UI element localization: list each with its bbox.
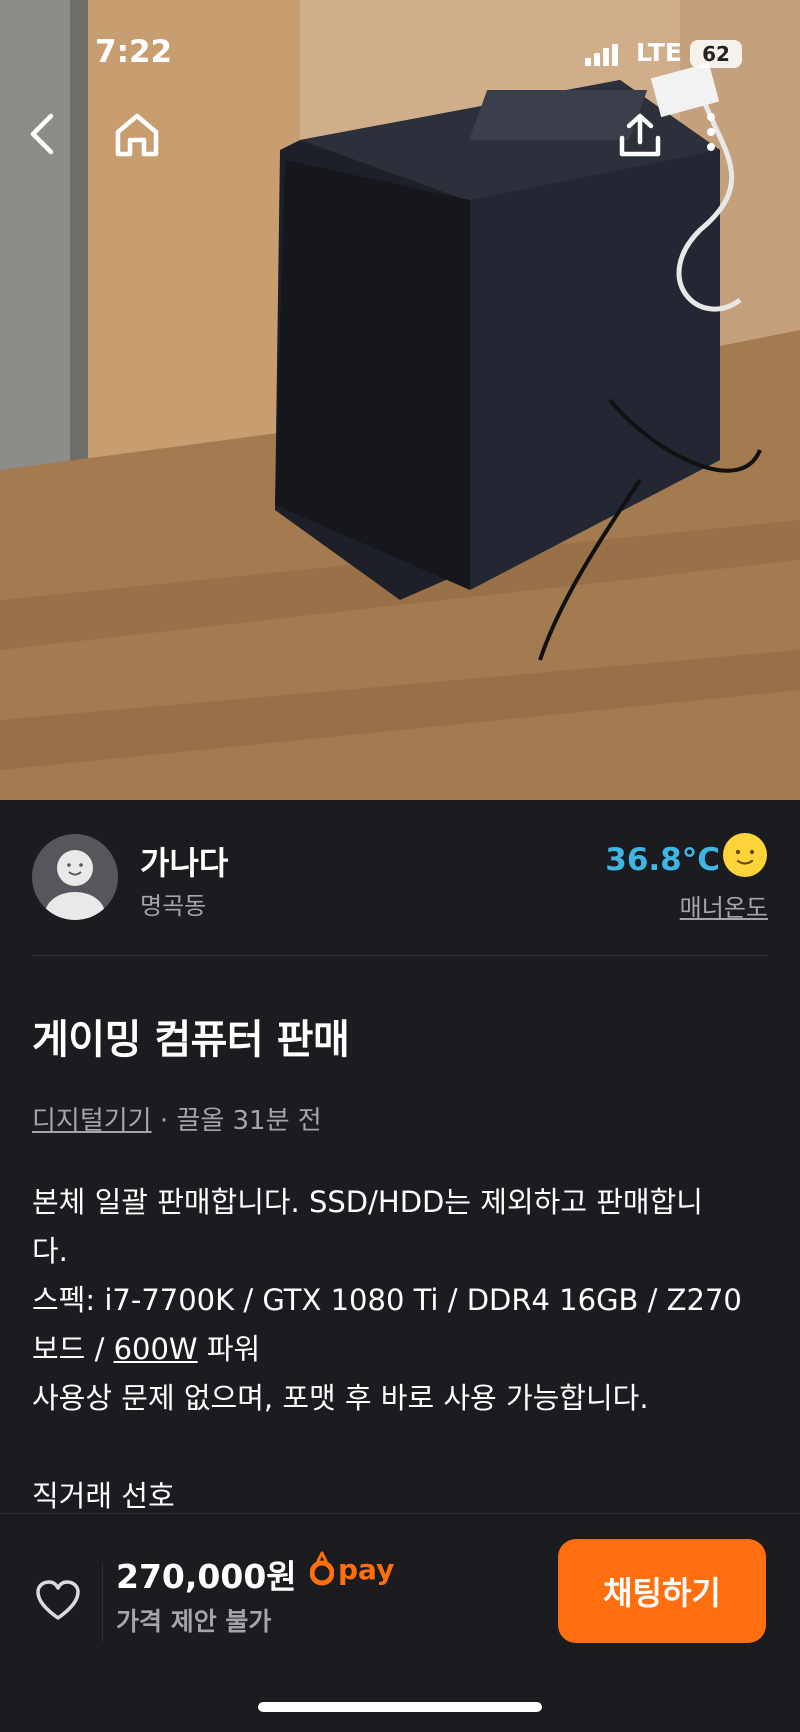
post-title: 게이밍 컴퓨터 판매 (32, 1017, 350, 1063)
home-indicator (258, 1702, 542, 1712)
description-text: 보드 / (32, 1332, 114, 1366)
description-line: 본체 일괄 판매합니다. SSD/HDD는 제외하고 판매합니 (32, 1185, 703, 1219)
avatar[interactable] (32, 834, 118, 920)
default-avatar-icon (45, 850, 105, 920)
carrot-pay-badge: pay (310, 1548, 394, 1590)
carrot-icon (310, 1551, 334, 1586)
spec-link[interactable]: 600W (114, 1332, 198, 1366)
description-text: 파워 (197, 1332, 261, 1366)
bottom-action-bar: 270,000원 pay 가격 제안 불가 채팅하기 (0, 1513, 800, 1732)
category-link[interactable]: 디지털기기 (32, 1106, 152, 1136)
description-line (32, 1423, 772, 1472)
description-line: 다. (32, 1234, 68, 1268)
divider (102, 1562, 103, 1642)
like-button[interactable] (34, 1578, 82, 1622)
home-icon (115, 113, 159, 157)
description-line: 보드 / 600W 파워 (32, 1325, 772, 1374)
share-button[interactable] (617, 112, 677, 172)
description-line: 스펙: i7-7700K / GTX 1080 Ti / DDR4 16GB /… (32, 1283, 742, 1317)
more-button[interactable] (706, 112, 766, 172)
price: 270,000원 (116, 1557, 297, 1596)
seller-profile[interactable]: 가나다 명곡동 36.8°C 매너온도 (32, 832, 768, 924)
share-icon (619, 113, 661, 157)
more-vertical-icon (707, 113, 715, 151)
network-label: LTE (636, 38, 682, 67)
post-description: 본체 일괄 판매합니다. SSD/HDD는 제외하고 판매합니 다. 스펙: i… (32, 1178, 772, 1521)
chat-button[interactable]: 채팅하기 (558, 1539, 766, 1643)
description-line: 사용상 문제 없으며, 포맷 후 바로 사용 가능합니다. (32, 1381, 649, 1415)
home-button[interactable] (113, 112, 173, 172)
seller-name: 가나다 (140, 844, 229, 882)
manner-temperature: 36.8°C (605, 842, 720, 878)
divider (32, 955, 768, 956)
chevron-left-icon (30, 113, 54, 155)
signal-icon (585, 44, 619, 66)
meta-separator: · (151, 1106, 177, 1136)
back-button[interactable] (25, 112, 85, 172)
manner-temperature-link[interactable]: 매너온도 (680, 888, 768, 923)
heart-icon (36, 1580, 80, 1620)
status-bar: 7:22 LTE 62 (0, 0, 800, 100)
price-offer-status: 가격 제안 불가 (116, 1607, 272, 1636)
pay-label: pay (338, 1552, 395, 1586)
post-meta: 디지털기기 · 끌올 31분 전 (32, 1100, 322, 1137)
seller-location: 명곡동 (140, 892, 207, 920)
bump-time: 끌올 31분 전 (176, 1106, 322, 1136)
smiley-face-icon (723, 833, 767, 877)
battery-icon: 62 (690, 40, 742, 68)
product-photo[interactable]: 7:22 LTE 62 (0, 0, 800, 800)
status-time: 7:22 (95, 34, 173, 70)
